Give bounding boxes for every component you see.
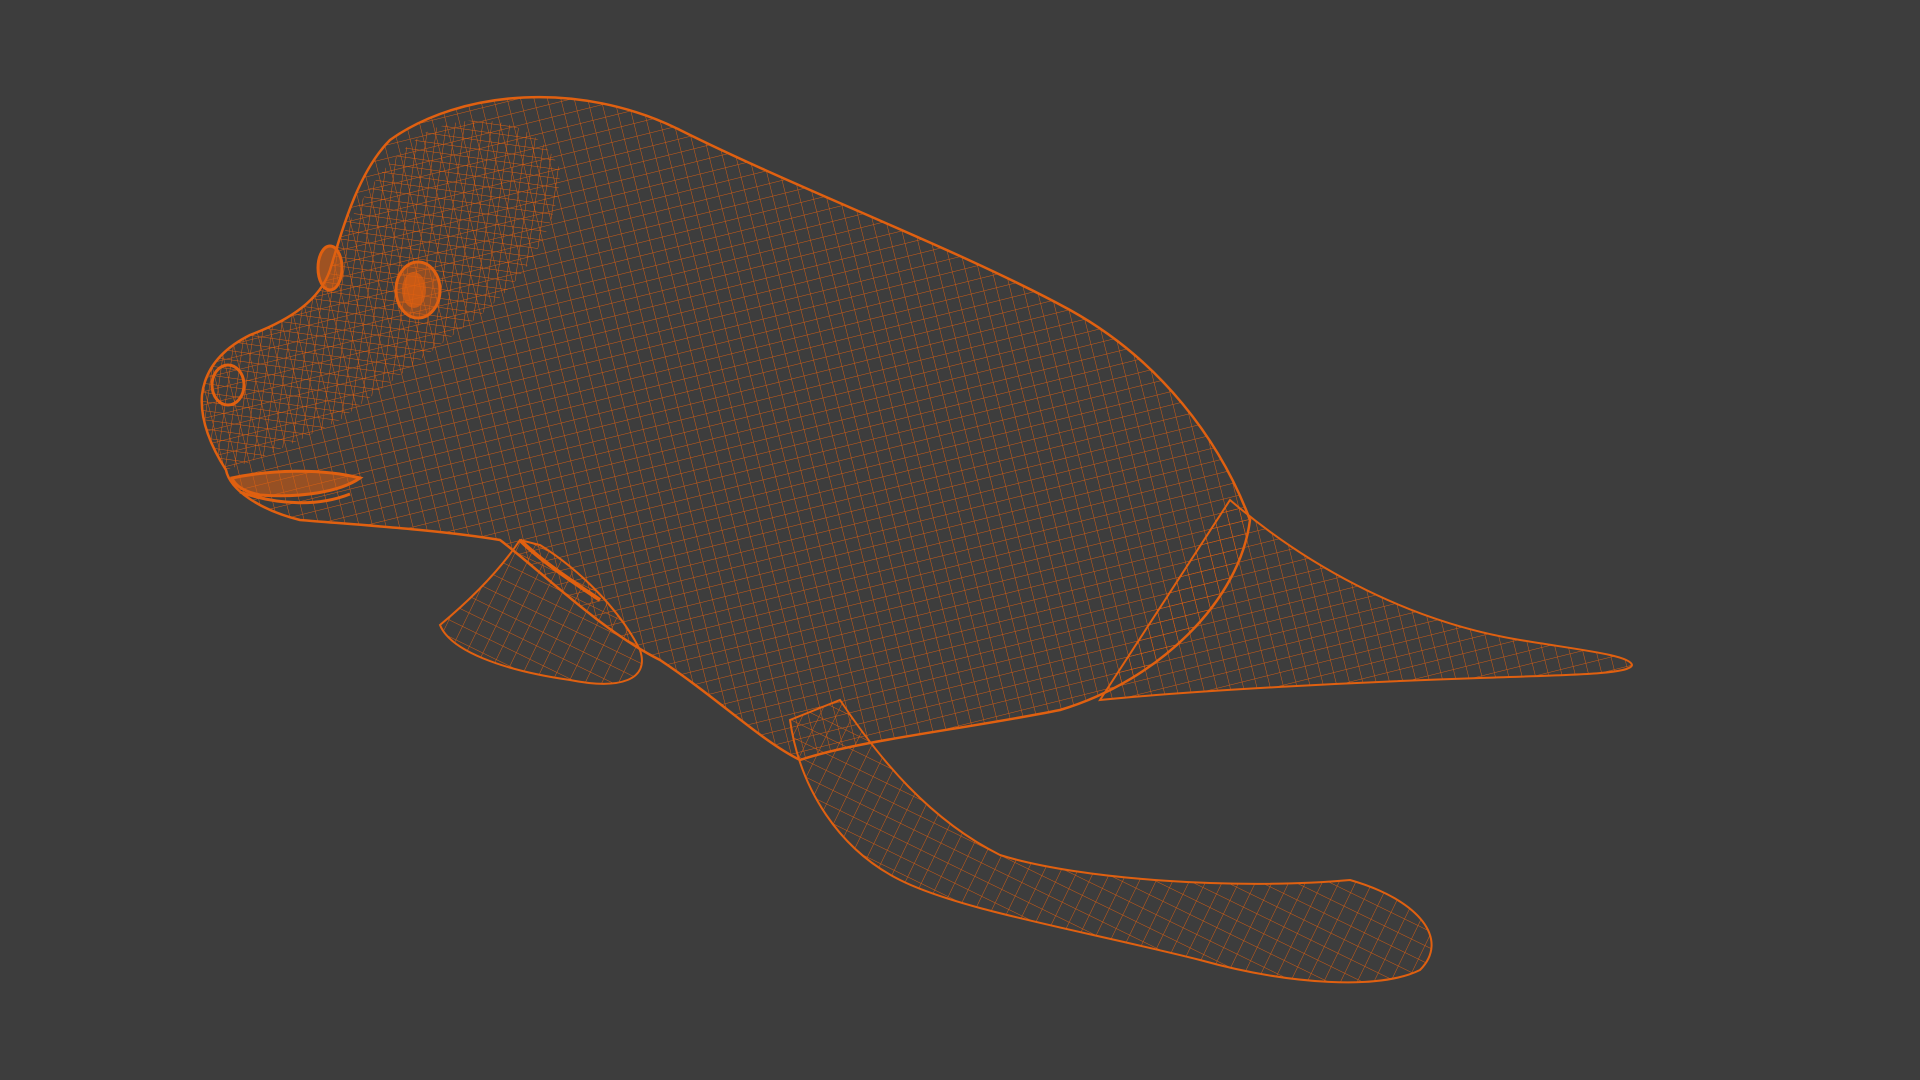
3d-viewport[interactable]: [0, 0, 1920, 1080]
body: [200, 95, 1252, 762]
eye-right-inner: [402, 272, 426, 308]
eye-left: [316, 244, 344, 292]
hind-flipper: [788, 698, 1433, 984]
wireframe-scene: [200, 95, 1634, 984]
